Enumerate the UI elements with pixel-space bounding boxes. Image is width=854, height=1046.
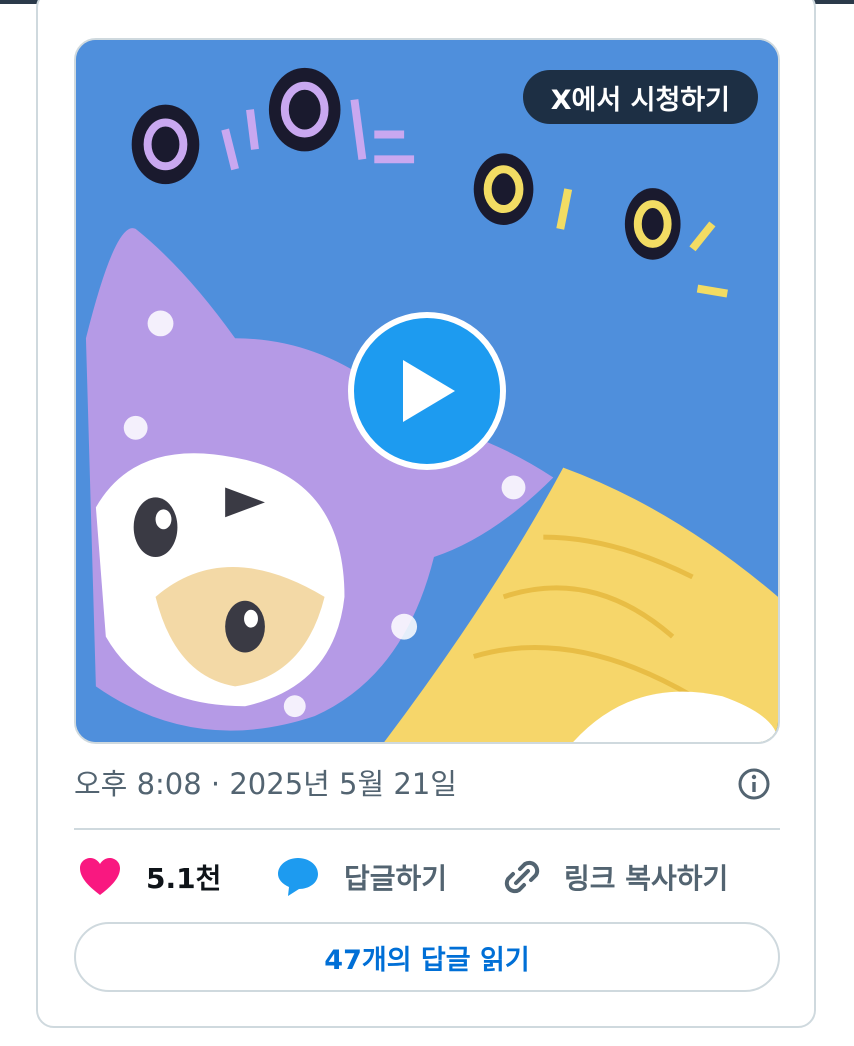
play-icon [403,360,455,422]
like-button[interactable]: 5.1천 [78,848,221,906]
reply-label: 답글하기 [344,862,448,895]
watch-on-x-button[interactable]: X에서 시청하기 [522,70,758,124]
read-replies-label: 47개의 답글 읽기 [324,944,530,976]
reply-button[interactable]: 답글하기 [276,848,447,906]
video-thumbnail[interactable]: X에서 시청하기 [74,38,780,744]
heart-icon [80,858,120,895]
speech-bubble-icon [278,858,318,896]
link-icon [504,860,540,894]
copy-link-button[interactable]: 링크 복사하기 [500,848,728,906]
like-count: 5.1천 [146,862,222,895]
play-button[interactable] [348,312,506,470]
post-timestamp[interactable]: 오후 8:08 · 2025년 5월 21일 [74,760,457,808]
divider [74,828,780,830]
read-replies-button[interactable]: 47개의 답글 읽기 [74,922,780,992]
copy-link-label: 링크 복사하기 [564,862,729,895]
watch-on-x-label: X에서 시청하기 [550,84,730,116]
info-icon[interactable] [736,766,772,802]
